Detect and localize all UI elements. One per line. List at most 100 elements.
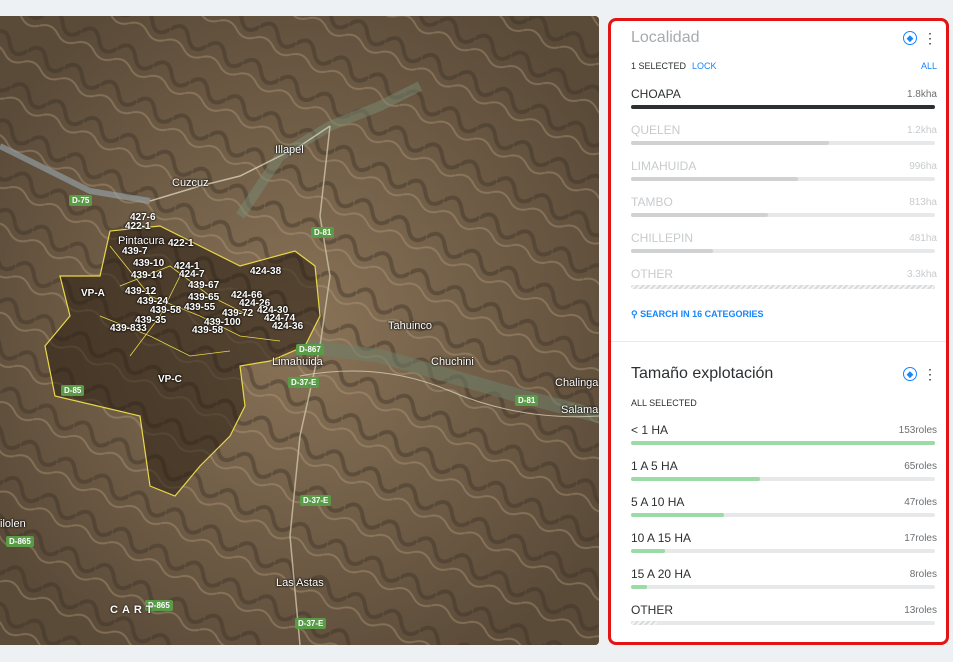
category-row[interactable]: TAMBO 813ha [631, 195, 937, 231]
place-label: Chuchini [431, 356, 474, 368]
selection-count: ALL SELECTED [631, 398, 697, 408]
category-row[interactable]: < 1 HA 153roles [631, 423, 937, 459]
category-value: 153roles [898, 425, 937, 436]
search-icon: ⚲ [631, 309, 638, 319]
category-bar-track [631, 621, 935, 625]
polygon-label[interactable]: 439-55 [184, 302, 215, 313]
water-drop-icon[interactable]: ◆ [903, 31, 917, 45]
category-row[interactable]: 5 A 10 HA 47roles [631, 495, 937, 531]
category-bar-fill [631, 549, 665, 553]
category-name: < 1 HA [631, 423, 669, 437]
polygon-label[interactable]: 422-1 [168, 238, 194, 249]
category-bar-track [631, 249, 935, 253]
category-bar-track [631, 213, 935, 217]
polygon-label[interactable]: 424-38 [250, 266, 281, 277]
category-name: 15 A 20 HA [631, 567, 692, 581]
category-name: 10 A 15 HA [631, 531, 692, 545]
search-categories-button[interactable]: ⚲ SEARCH IN 16 CATEGORIES [631, 309, 763, 320]
place-label: Chalinga [555, 377, 599, 389]
category-name: 1 A 5 HA [631, 459, 678, 473]
road-shield: D-81 [311, 227, 335, 238]
category-name: LIMAHUIDA [631, 159, 697, 173]
polygon-label[interactable]: VP-A [81, 288, 105, 299]
category-row[interactable]: LIMAHUIDA 996ha [631, 159, 937, 195]
category-bar-track [631, 141, 935, 145]
category-row[interactable]: 15 A 20 HA 8roles [631, 567, 937, 603]
category-bar-fill [631, 585, 647, 589]
satellite-map[interactable]: Illapel Cuzcuz Pintacura Tahuinco Chuchi… [0, 16, 599, 645]
place-label: Las Astas [276, 577, 324, 589]
search-label: SEARCH IN 16 CATEGORIES [640, 309, 764, 319]
category-name: QUELEN [631, 123, 681, 137]
category-bar-track [631, 105, 935, 109]
category-row[interactable]: 10 A 15 HA 17roles [631, 531, 937, 567]
polygon-label[interactable]: 439-58 [192, 325, 223, 336]
category-bar-fill [631, 105, 935, 109]
category-bar-track [631, 513, 935, 517]
category-bar-fill [631, 513, 725, 517]
category-value: 481ha [909, 233, 937, 244]
category-row[interactable]: QUELEN 1.2kha [631, 123, 937, 159]
place-label: Tahuinco [388, 320, 433, 332]
select-all-button[interactable]: ALL [921, 61, 937, 71]
category-row[interactable]: 1 A 5 HA 65roles [631, 459, 937, 495]
category-bar-track [631, 477, 935, 481]
water-drop-icon[interactable]: ◆ [903, 367, 917, 381]
category-value: 47roles [904, 497, 937, 508]
polygon-label[interactable]: 422-1 [125, 221, 151, 232]
road-shield: D-37-E [295, 618, 327, 629]
category-value: 13roles [904, 605, 937, 616]
place-label: Limahuida [272, 356, 323, 368]
category-value: 3.3kha [906, 269, 937, 280]
road-shield: D-37-E [300, 495, 332, 506]
category-bar-track [631, 177, 935, 181]
category-row[interactable]: CHILLEPIN 481ha [631, 231, 937, 267]
category-bar-fill [631, 177, 799, 181]
category-value: 1.8kha [906, 89, 937, 100]
category-row[interactable]: OTHER 3.3kha [631, 267, 937, 303]
widgets-panel: Localidad ◆ ⋮ 1 SELECTED LOCK ALL CHOAPA 1… [608, 18, 949, 645]
polygon-label[interactable]: 439-67 [188, 280, 219, 291]
category-name: OTHER [631, 603, 673, 617]
polygon-label[interactable]: VP-C [158, 374, 182, 385]
category-bar-track [631, 585, 935, 589]
place-label: ilolen [0, 518, 26, 530]
category-value: 813ha [909, 197, 937, 208]
polygon-label[interactable]: 439-7 [122, 246, 148, 257]
category-value: 1.2kha [906, 125, 937, 136]
place-label: Cuzcuz [172, 177, 209, 189]
more-vertical-icon[interactable]: ⋮ [923, 367, 937, 381]
category-bar-fill [631, 477, 761, 481]
category-row[interactable]: OTHER 13roles [631, 603, 937, 639]
category-bar-fill [631, 249, 714, 253]
polygon-label[interactable]: 439-833 [110, 323, 147, 334]
road-shield: D-81 [515, 395, 539, 406]
category-bar-track [631, 285, 935, 289]
category-row[interactable]: CHOAPA 1.8kha [631, 87, 937, 123]
place-label: Illapel [275, 144, 304, 156]
category-bar-track [631, 441, 935, 445]
category-value: 996ha [909, 161, 937, 172]
more-vertical-icon[interactable]: ⋮ [923, 31, 937, 45]
road-shield: D-75 [69, 195, 93, 206]
category-value: 65roles [904, 461, 937, 472]
lock-button[interactable]: LOCK [692, 61, 717, 71]
category-bar-fill [631, 621, 657, 625]
category-name: OTHER [631, 267, 673, 281]
category-name: CHILLEPIN [631, 231, 694, 245]
polygon-label[interactable]: 439-14 [131, 270, 162, 281]
category-name: TAMBO [631, 195, 673, 209]
selection-count: 1 SELECTED [631, 61, 687, 71]
category-bar-track [631, 549, 935, 553]
road-shield: D-85 [61, 385, 85, 396]
carto-attribution-logo[interactable]: CART [110, 604, 157, 616]
category-name: 5 A 10 HA [631, 495, 685, 509]
road-shield: D-867 [296, 344, 324, 355]
polygon-label[interactable]: 424-7 [179, 269, 205, 280]
place-label: Salama [561, 404, 599, 416]
polygon-label[interactable]: 439-10 [133, 258, 164, 269]
category-value: 17roles [904, 533, 937, 544]
road-shield: D-37-E [288, 377, 320, 388]
polygon-label[interactable]: 424-36 [272, 321, 303, 332]
road-shield: D-865 [6, 536, 34, 547]
